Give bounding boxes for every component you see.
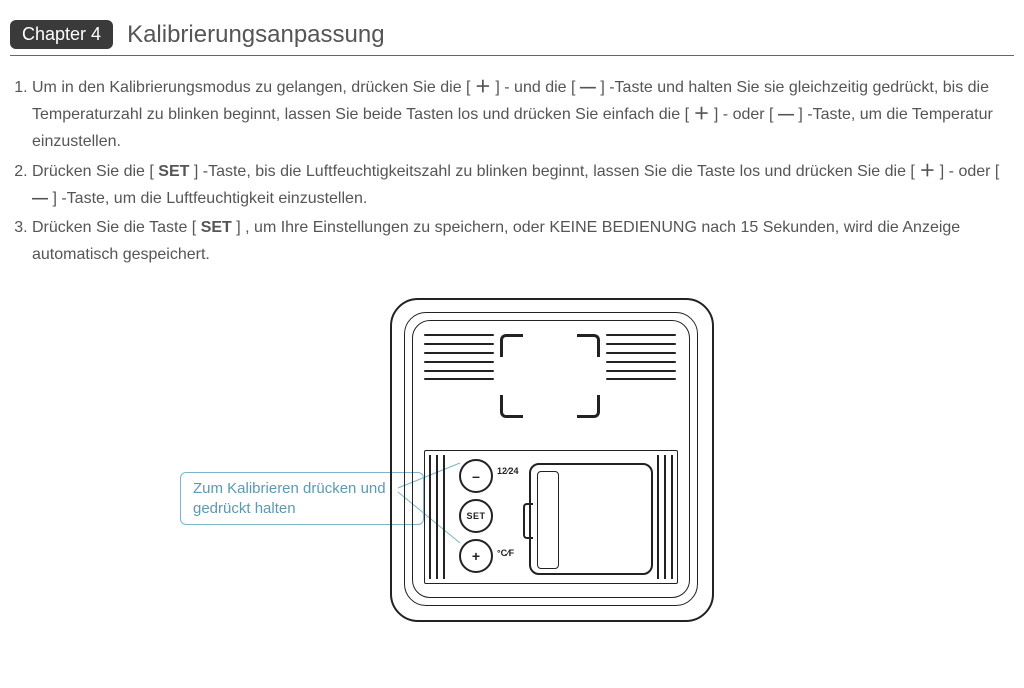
- set-label: SET: [158, 163, 189, 180]
- callout-text: Zum Kalibrieren drücken und gedrückt hal…: [193, 480, 386, 517]
- device-back: – SET + 12⁄24 °C⁄F: [390, 298, 710, 618]
- minus-button: –: [459, 459, 493, 493]
- chapter-badge: Chapter 4: [10, 20, 113, 49]
- instruction-list: Um in den Kalibrierungsmodus zu gelangen…: [10, 74, 1014, 268]
- label-c-f: °C⁄F: [497, 549, 514, 558]
- plus-icon: ＋: [475, 74, 491, 101]
- instruction-step-2: Drücken Sie die [ SET ] -Taste, bis die …: [32, 158, 1014, 212]
- chapter-title: Kalibrierungsanpassung: [127, 21, 385, 49]
- set-button: SET: [459, 499, 493, 533]
- device-diagram: Zum Kalibrieren drücken und gedrückt hal…: [10, 288, 1014, 668]
- minus-icon: —: [32, 185, 48, 212]
- vent-slots-right: [606, 334, 676, 380]
- button-column: – SET +: [459, 459, 493, 573]
- instruction-step-3: Drücken Sie die Taste [ SET ] , um Ihre …: [32, 214, 1014, 268]
- set-label: SET: [201, 219, 232, 236]
- plus-icon: ＋: [693, 101, 709, 128]
- control-panel: – SET + 12⁄24 °C⁄F: [424, 450, 678, 584]
- plus-button: +: [459, 539, 493, 573]
- plus-icon: ＋: [919, 158, 935, 185]
- chapter-header: Chapter 4 Kalibrierungsanpassung: [10, 20, 1014, 56]
- callout-box: Zum Kalibrieren drücken und gedrückt hal…: [180, 472, 424, 525]
- instruction-step-1: Um in den Kalibrierungsmodus zu gelangen…: [32, 74, 1014, 156]
- vent-slots-left: [424, 334, 494, 380]
- battery-compartment: [529, 463, 653, 575]
- label-12-24: 12⁄24: [497, 467, 519, 476]
- mount-bracket: [500, 334, 600, 418]
- minus-icon: —: [778, 101, 794, 128]
- minus-icon: —: [580, 74, 596, 101]
